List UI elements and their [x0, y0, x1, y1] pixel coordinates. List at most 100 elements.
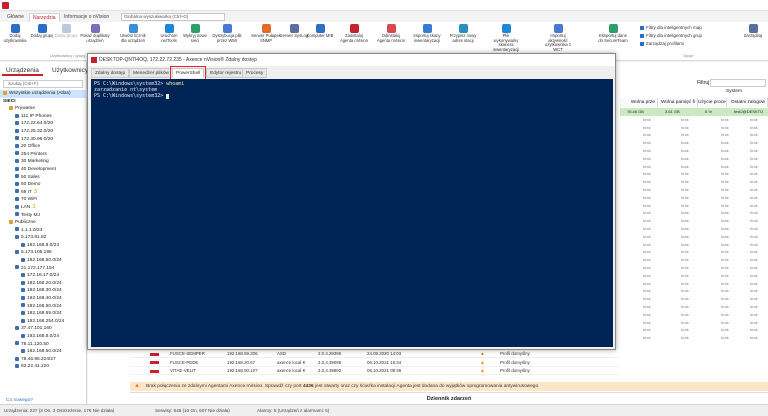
column-header[interactable]: Wolna prze: [620, 98, 658, 107]
powershell-console[interactable]: PS C:\Windows\system32> whoami zarzadzan…: [91, 79, 613, 347]
ribbon-tab-informacje[interactable]: Informacje o nVision: [61, 13, 112, 22]
tree-item[interactable]: 78.11.120.50: [0, 341, 87, 349]
tree-item[interactable]: 254 Printers: [0, 151, 87, 159]
tree-item[interactable]: 69 IT 3: [0, 189, 87, 197]
tree-item[interactable]: 172.22.64.0/20: [0, 120, 87, 128]
table-row[interactable]: brak brak brak brak: [620, 170, 768, 178]
table-row[interactable]: brak brak brak brak: [620, 131, 768, 139]
table-row[interactable]: brak brak brak brak: [620, 147, 768, 155]
table-row[interactable]: brak brak brak brak: [620, 248, 768, 256]
tab-file-manager[interactable]: Menedżer plików: [129, 68, 173, 78]
wmi-distribution-button[interactable]: Dystrybucja plik przez WMI: [212, 24, 242, 43]
table-row[interactable]: FUSCE-SEMPER 192.168.69.206 ASD 2.0.4.29395…: [130, 350, 620, 358]
table-row[interactable]: brak brak brak brak: [620, 256, 768, 264]
table-row[interactable]: 76.46 GB 3.61 GB 6 % test2@DESKTO: [620, 108, 768, 116]
tree-item[interactable]: 5.173.105.196: [0, 249, 87, 257]
tree-item[interactable]: 20 Office: [0, 143, 87, 151]
tree-item[interactable]: 5.173.81.82: [0, 234, 87, 242]
assign-address-button[interactable]: Przypisz nowy adres stacji: [448, 24, 478, 43]
tab-remote-desktop[interactable]: Zdalny dostęp: [91, 68, 130, 78]
tab-powershell[interactable]: PowerShell: [169, 66, 207, 80]
add-user-button[interactable]: Dodaj użytkownika: [0, 24, 30, 43]
tree-item[interactable]: Testy MJ: [0, 212, 87, 220]
table-row[interactable]: brak brak brak brak: [620, 326, 768, 334]
whats-new-link[interactable]: Co nowego?: [6, 398, 33, 403]
tree-item[interactable]: 78.46.95.224/27: [0, 356, 87, 364]
create-counter-button[interactable]: Utwórz licznik dla urządzeń: [118, 24, 148, 43]
table-row[interactable]: brak brak brak brak: [620, 264, 768, 272]
tree-item[interactable]: SIECI: [0, 98, 87, 106]
table-row[interactable]: brak brak brak brak: [620, 139, 768, 147]
tree-item[interactable]: Publiczne: [0, 219, 87, 227]
app-logo-icon[interactable]: [2, 2, 9, 9]
tree-item[interactable]: Wszystkie urządzenia (Atlas): [0, 90, 87, 98]
tree-item[interactable]: 192.168.8.0/24: [0, 242, 87, 250]
tree-item[interactable]: 192.168.254.0/24: [0, 318, 87, 326]
event-log-header[interactable]: Dziennik zdarzeń: [130, 392, 768, 404]
table-row[interactable]: brak brak brak brak: [620, 217, 768, 225]
tree-item[interactable]: 192.168.40.0/24: [0, 295, 87, 303]
tree-item[interactable]: 192.168.50.0/24: [0, 303, 87, 311]
tree-item[interactable]: 30 Marketing: [0, 158, 87, 166]
table-row[interactable]: brak brak brak brak: [620, 280, 768, 288]
tree-item[interactable]: 70 WiFi: [0, 196, 87, 204]
tree-item[interactable]: 40 Development: [0, 166, 87, 174]
table-row[interactable]: brak brak brak brak: [620, 311, 768, 319]
tree-item[interactable]: 192.168.69.0/24: [0, 310, 87, 318]
discover-networks-button[interactable]: Wykryj nowe sieci: [180, 24, 210, 43]
manage-profiles-button[interactable]: Zarządzaj profilami: [640, 41, 684, 46]
table-row[interactable]: brak brak brak brak: [620, 233, 768, 241]
table-row[interactable]: brak brak brak brak: [620, 241, 768, 249]
column-header[interactable]: Ostatni zalogow: [727, 98, 768, 107]
table-row[interactable]: brak brak brak brak: [620, 319, 768, 327]
install-agent-button[interactable]: Zainstaluj Agenta nVision: [339, 24, 369, 43]
tree-item[interactable]: 60 Demo: [0, 181, 87, 189]
tree-item[interactable]: 192.168.8.0/24: [0, 333, 87, 341]
table-row[interactable]: brak brak brak brak: [620, 194, 768, 202]
ribbon-tab-glowne[interactable]: Główne: [4, 13, 27, 22]
scanner-exe-button[interactable]: Plik wykonywalny skanera inwentaryzacji: [491, 24, 521, 52]
table-row[interactable]: VITAE-VELIT 192.168.50.107 axence local K 2…: [130, 367, 620, 375]
table-row[interactable]: brak brak brak brak: [620, 295, 768, 303]
table-row[interactable]: brak brak brak brak: [620, 334, 768, 342]
export-secureteam-button[interactable]: Eksportuj dane do SecureTeam: [598, 24, 628, 43]
tree-item[interactable]: 37.47.101.160: [0, 325, 87, 333]
mib-compiler-button[interactable]: Komputer MIB: [305, 24, 335, 39]
table-row[interactable]: brak brak brak brak: [620, 186, 768, 194]
tab-registry-editor[interactable]: Edytor rejestru: [206, 68, 246, 78]
tree-item[interactable]: 172.30.96.0/20: [0, 136, 87, 144]
tree-item[interactable]: 1.1.1.0/24: [0, 227, 87, 235]
tab-processes[interactable]: Procesy: [242, 68, 268, 78]
table-row[interactable]: brak brak brak brak: [620, 303, 768, 311]
table-row[interactable]: brak brak brak brak: [620, 272, 768, 280]
tree-item[interactable]: 192.168.50.0/24: [0, 348, 87, 356]
import-activity-button[interactable]: Importuj aktywność użytkownika z WCT: [543, 24, 573, 52]
filter-input[interactable]: [710, 79, 766, 87]
tree-item[interactable]: 192.168.30.0/24: [0, 287, 87, 295]
tree-item[interactable]: LAN 3: [0, 204, 87, 212]
snmp-trap-server-button[interactable]: Serwer Pułapek SNMP: [251, 24, 281, 43]
table-row[interactable]: brak brak brak brak: [620, 178, 768, 186]
tree-item[interactable]: 111 IP Phones: [0, 113, 87, 121]
table-row[interactable]: brak brak brak brak: [620, 209, 768, 217]
tree-item[interactable]: 192.168.20.0/24: [0, 280, 87, 288]
tree-item[interactable]: 172.16.17.0/24: [0, 272, 87, 280]
tree-item[interactable]: 192.168.50.0/24: [0, 257, 87, 265]
table-row[interactable]: brak brak brak brak: [620, 155, 768, 163]
tab-devices[interactable]: Urządzenia: [2, 65, 43, 76]
tab-users[interactable]: Użytkownicy: [48, 65, 92, 76]
ribbon-tab-narzedzia[interactable]: Narzędzia: [29, 13, 60, 22]
column-header[interactable]: Wolna pamięć fi: [658, 98, 698, 107]
uninstall-agent-button[interactable]: Odinstaluj Agenta nVision: [376, 24, 406, 43]
tree-item[interactable]: 172.25.32.0/20: [0, 128, 87, 136]
table-row[interactable]: brak brak brak brak: [620, 287, 768, 295]
global-search-input[interactable]: Globalna wyszukiwarka (Ctrl+G): [121, 13, 225, 21]
table-row[interactable]: brak brak brak brak: [620, 116, 768, 124]
table-row[interactable]: brak brak brak brak: [620, 124, 768, 132]
import-scans-button[interactable]: Importuj skany inwentaryzacji: [412, 24, 442, 43]
table-row[interactable]: FUSCE-PEDE 192.168.20.67 axence local K 2.0…: [130, 359, 620, 367]
smart-groups-filters-button[interactable]: Filtry dla inteligentnych grup: [640, 33, 702, 38]
tree-item[interactable]: 50 Sales: [0, 174, 87, 182]
smart-maps-filters-button[interactable]: Filtry dla inteligentnych map: [640, 25, 702, 30]
table-row[interactable]: brak brak brak brak: [620, 202, 768, 210]
